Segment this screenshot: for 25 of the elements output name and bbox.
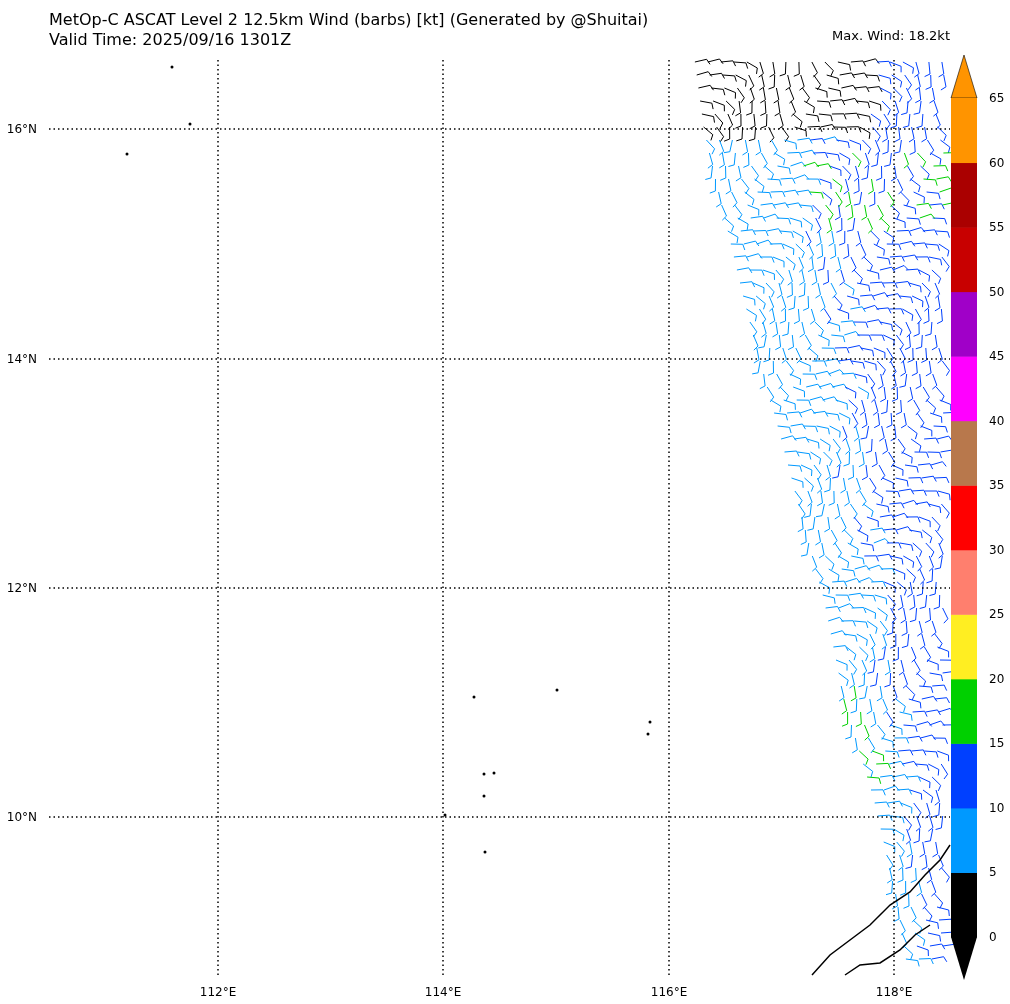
chart-title: MetOp-C ASCAT Level 2 12.5km Wind (barbs) [kt] (Generated by @Shuitai): [49, 10, 649, 30]
colorbar-tick-label: 60: [989, 155, 1005, 170]
longitude-label: 112°E: [199, 985, 237, 999]
latitude-label: 12°N: [6, 581, 37, 595]
colorbar-tick-label: 25: [989, 607, 1005, 622]
colorbar-tick-label: 30: [989, 542, 1005, 557]
colorbar-tick-label: 50: [989, 284, 1005, 299]
colorbar-tick-label: 55: [989, 220, 1005, 235]
latitude-label: 10°N: [6, 810, 37, 824]
max-wind-text: Max. Wind: 18.2kt: [832, 28, 950, 45]
colorbar-tick-label: 40: [989, 413, 1005, 428]
colorbar-tick-label: 15: [989, 736, 1005, 751]
longitude-label: 118°E: [875, 985, 913, 999]
colorbar-tick-label: 20: [989, 671, 1005, 686]
colorbar-tick-label: 35: [989, 478, 1005, 493]
latitude-label: 14°N: [6, 352, 37, 366]
colorbar-tick-label: 5: [989, 865, 997, 880]
longitude-label: 116°E: [650, 985, 688, 999]
colorbar-tick-label: 0: [989, 930, 997, 944]
colorbar-tick-label: 10: [989, 800, 1005, 815]
colorbar-tick-label: 45: [989, 349, 1005, 364]
latitude-label: 16°N: [6, 122, 37, 136]
longitude-label: 114°E: [424, 985, 462, 999]
valid-time-text: Valid Time: 2025/09/16 1301Z: [49, 30, 293, 50]
colorbar-tick-label: 65: [989, 91, 1005, 105]
